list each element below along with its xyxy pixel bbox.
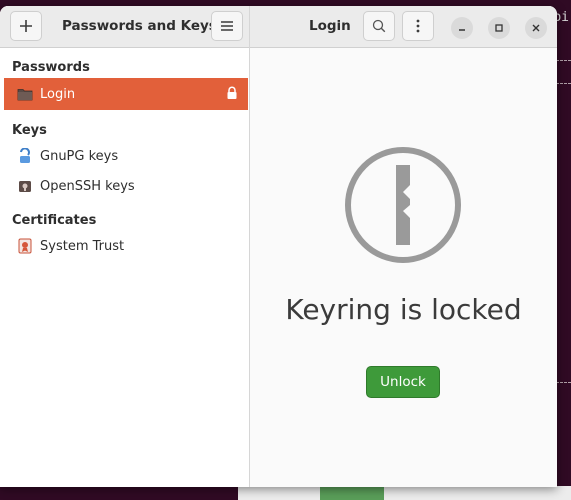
sidebar-item-system-trust[interactable]: System Trust	[4, 230, 248, 262]
search-icon	[372, 19, 386, 33]
sidebar-title: Passwords and Keys	[62, 18, 217, 34]
minimize-icon	[459, 29, 465, 31]
close-icon	[532, 24, 540, 32]
maximize-icon	[495, 24, 503, 32]
section-label-keys: Keys	[12, 123, 47, 138]
background-dashes	[556, 83, 571, 84]
main-panel: Keyring is locked Unlock	[250, 48, 557, 487]
sidebar-item-gnupg-keys[interactable]: GnuPG keys	[4, 140, 248, 172]
minimize-button[interactable]	[451, 17, 473, 39]
sidebar-header: Passwords and Keys	[0, 6, 249, 48]
gnupg-key-icon	[16, 148, 34, 164]
sidebar-item-label: GnuPG keys	[40, 148, 119, 164]
folder-icon	[16, 86, 34, 102]
sidebar-item-openssh-keys[interactable]: OpenSSH keys	[4, 170, 248, 202]
plus-icon	[20, 20, 32, 32]
close-button[interactable]	[525, 17, 547, 39]
hamburger-icon	[221, 21, 233, 31]
kebab-menu-icon	[416, 19, 420, 33]
more-options-button[interactable]	[402, 11, 434, 41]
main-title: Login	[309, 18, 351, 34]
background-button	[320, 486, 384, 500]
search-button[interactable]	[363, 11, 395, 41]
certificate-icon	[16, 238, 34, 254]
add-button[interactable]	[10, 11, 42, 41]
keyring-locked-message: Keyring is locked	[285, 293, 522, 326]
sidebar-item-login[interactable]: Login	[4, 78, 248, 110]
unlock-button[interactable]: Unlock	[366, 366, 440, 398]
ssh-key-icon	[16, 178, 34, 194]
background-dashes	[556, 382, 571, 383]
sidebar-item-label: System Trust	[40, 238, 125, 254]
background-dashes	[556, 60, 571, 61]
keyring-lock-icon	[345, 147, 461, 263]
sidebar-item-label: OpenSSH keys	[40, 178, 135, 194]
background-window	[238, 486, 571, 500]
sidebar-item-label: Login	[40, 86, 76, 102]
section-label-passwords: Passwords	[12, 60, 90, 75]
lock-icon	[226, 86, 238, 104]
maximize-button[interactable]	[488, 17, 510, 39]
menu-button[interactable]	[211, 11, 243, 41]
section-label-certificates: Certificates	[12, 213, 97, 228]
main-header: Login	[250, 6, 557, 48]
app-window: Passwords and Keys Login Passwords Login	[0, 6, 557, 487]
